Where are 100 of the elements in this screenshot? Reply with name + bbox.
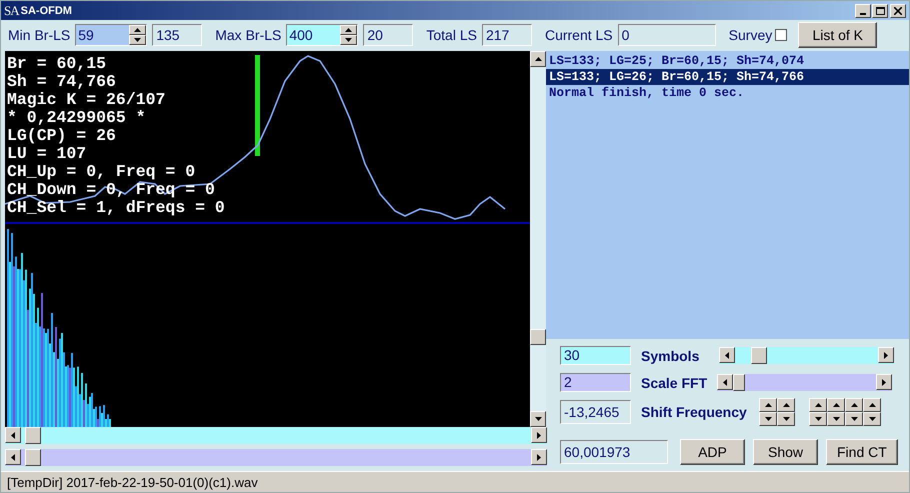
scale-fft-field[interactable]: 2: [560, 373, 631, 392]
survey-label: Survey: [728, 27, 772, 43]
spin-down-button[interactable]: [863, 412, 881, 426]
spin-down-button[interactable]: [827, 412, 845, 426]
up-arrow-icon: [814, 403, 822, 407]
scroll-thumb[interactable]: [25, 427, 41, 444]
scroll-right-button[interactable]: [531, 427, 547, 443]
action-button[interactable]: Show: [753, 439, 818, 465]
plot-readout: Magic K = 26/107: [7, 91, 166, 109]
right-arrow-icon: [537, 432, 541, 438]
survey-checkbox[interactable]: [775, 29, 788, 41]
maximize-button[interactable]: [872, 4, 888, 18]
current-ls-field: 0: [618, 24, 716, 46]
scroll-thumb[interactable]: [733, 374, 745, 391]
scroll-left-button[interactable]: [719, 347, 735, 363]
scroll-up-button[interactable]: [530, 51, 546, 67]
spin-up-button[interactable]: [809, 398, 827, 412]
left-arrow-icon: [725, 352, 729, 358]
scroll-right-button[interactable]: [531, 449, 547, 465]
spin-down-button[interactable]: [809, 412, 827, 426]
total-ls-field: 217: [482, 24, 532, 46]
scale-fft-scrollbar[interactable]: [717, 374, 892, 391]
scroll-right-button[interactable]: [876, 374, 892, 390]
plot-readout: Br = 60,15: [7, 55, 108, 73]
scroll-thumb[interactable]: [25, 449, 41, 466]
shift-frequency-field[interactable]: -13,2465: [560, 400, 631, 424]
left-arrow-icon: [11, 432, 15, 438]
minimize-button[interactable]: [855, 4, 871, 18]
left-arrow-icon: [723, 378, 727, 386]
current-ls-label: Current LS: [544, 27, 613, 43]
min-br-ls-field[interactable]: 59: [75, 24, 148, 46]
plot-readout: Sh = 74,766: [7, 73, 117, 91]
spin-up-button[interactable]: [863, 398, 881, 412]
maximize-icon: [876, 6, 884, 14]
scroll-right-button[interactable]: [878, 347, 894, 363]
up-arrow-icon: [764, 403, 772, 407]
scroll-thumb[interactable]: [530, 329, 546, 345]
scroll-thumb[interactable]: [751, 347, 767, 364]
plot-readout: * 0,24299065 *: [7, 109, 147, 127]
plot-readout: CH_Sel = 1, dFreqs = 0: [7, 199, 225, 217]
down-arrow-icon: [832, 417, 840, 421]
right-arrow-icon: [537, 454, 541, 460]
up-arrow-icon: [534, 57, 542, 61]
close-icon: [894, 6, 902, 14]
list-of-k-button[interactable]: List of K: [798, 22, 878, 48]
window-title: SA-OFDM: [20, 4, 72, 16]
total-ls-label: Total LS: [426, 27, 477, 43]
spin-down-button[interactable]: [845, 412, 863, 426]
spin-up-button[interactable]: [777, 398, 795, 412]
max-br-ls-count-field: 20: [363, 24, 414, 46]
log-item[interactable]: LS=133; LG=26; Br=60,15; Sh=74,766: [546, 69, 909, 85]
scroll-left-button[interactable]: [717, 374, 733, 390]
min-br-ls-count-field: 135: [152, 24, 202, 46]
left-arrow-icon: [11, 454, 15, 460]
scroll-left-button[interactable]: [5, 427, 21, 443]
down-arrow-icon: [782, 417, 790, 421]
scale-fft-label: Scale FFT: [641, 374, 708, 390]
min-br-ls-label: Min Br-LS: [8, 27, 70, 43]
log-item[interactable]: Normal finish, time 0 sec.: [546, 85, 909, 101]
plot-readout: LG(CP) = 26: [7, 127, 117, 145]
plot-readout: CH_Up = 0, Freq = 0: [7, 163, 196, 181]
log-item[interactable]: LS=133; LG=25; Br=60,15; Sh=74,074: [546, 53, 909, 69]
spin-up-button[interactable]: [340, 25, 358, 35]
symbols-label: Symbols: [641, 348, 700, 364]
up-arrow-icon: [868, 403, 876, 407]
scroll-left-button[interactable]: [5, 449, 21, 465]
spin-up-button[interactable]: [759, 398, 777, 412]
vertical-scrollbar[interactable]: [530, 51, 546, 427]
down-arrow-icon: [345, 38, 352, 42]
up-arrow-icon: [345, 28, 352, 32]
down-arrow-icon: [850, 417, 858, 421]
spin-down-button[interactable]: [129, 35, 146, 45]
symbols-scrollbar[interactable]: [719, 347, 894, 364]
spin-down-button[interactable]: [759, 412, 777, 426]
close-button[interactable]: [890, 4, 906, 18]
action-button[interactable]: ADP: [680, 439, 745, 465]
up-arrow-icon: [832, 403, 840, 407]
horizontal-scrollbar[interactable]: [5, 449, 547, 466]
action-button[interactable]: Find CT: [826, 439, 898, 465]
minimize-icon: [860, 12, 866, 14]
right-arrow-icon: [884, 352, 888, 358]
max-br-ls-label: Max Br-LS: [215, 27, 282, 43]
right-arrow-icon: [882, 378, 886, 386]
plot-readout: LU = 107: [7, 145, 88, 163]
horizontal-scrollbar[interactable]: [5, 427, 547, 444]
spin-down-button[interactable]: [340, 35, 358, 45]
result-field: 60,001973: [560, 440, 668, 464]
scroll-down-button[interactable]: [530, 411, 546, 427]
down-arrow-icon: [764, 417, 772, 421]
up-arrow-icon: [782, 403, 790, 407]
spin-up-button[interactable]: [827, 398, 845, 412]
symbols-field[interactable]: 30: [560, 346, 631, 365]
spin-up-button[interactable]: [845, 398, 863, 412]
shift-frequency-label: Shift Frequency: [641, 404, 748, 420]
status-bar: [TempDir] 2017-feb-22-19-50-01(0)(c1).wav: [1, 471, 909, 492]
max-br-ls-field[interactable]: 400: [286, 24, 358, 46]
down-arrow-icon: [814, 417, 822, 421]
spin-down-button[interactable]: [777, 412, 795, 426]
spin-up-button[interactable]: [129, 25, 146, 35]
app-logo: SA: [4, 2, 19, 18]
